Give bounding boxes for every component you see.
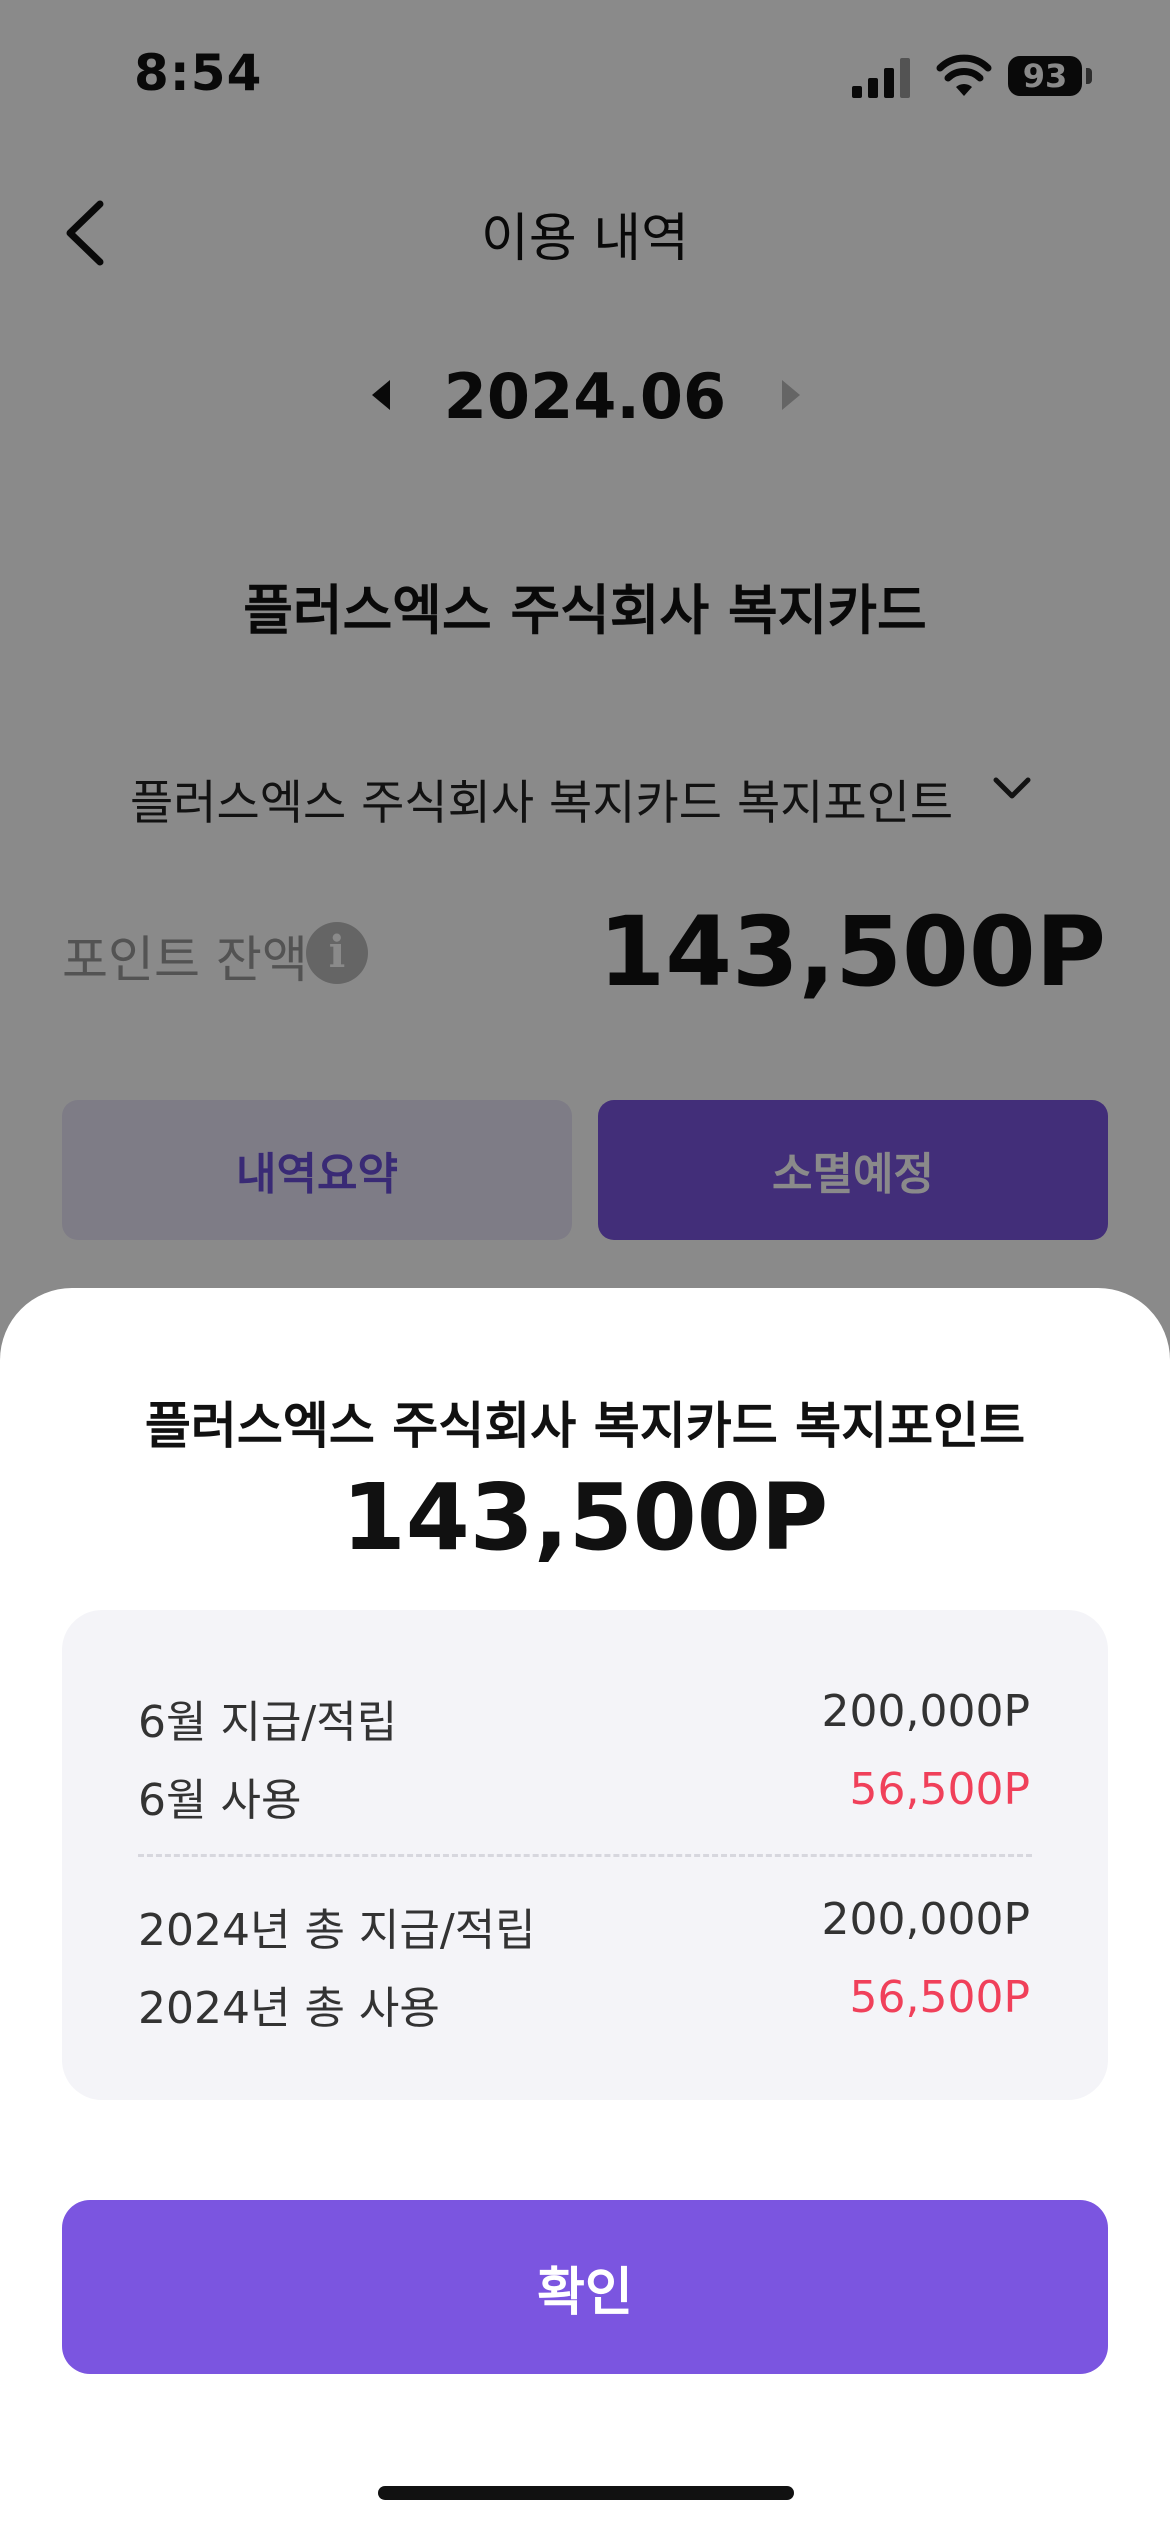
divider <box>138 1854 1032 1857</box>
yearly-used-label: 2024년 총 사용 <box>138 1983 440 2034</box>
sheet-title: 플러스엑스 주식회사 복지카드 복지포인트 <box>144 1397 1026 1455</box>
monthly-earned-value: 200,000P <box>821 1686 1030 1737</box>
yearly-used-value: 56,500P <box>849 1972 1031 2023</box>
sheet-amount: 143,500P <box>341 1464 829 1571</box>
yearly-earned-label: 2024년 총 지급/적립 <box>138 1905 536 1956</box>
yearly-earned-value: 200,000P <box>821 1894 1030 1945</box>
home-indicator <box>378 2486 794 2500</box>
confirm-button[interactable]: 확인 <box>62 2200 1108 2374</box>
monthly-used-value: 56,500P <box>849 1764 1031 1815</box>
monthly-earned-label: 6월 지급/적립 <box>138 1697 398 1748</box>
monthly-used-label: 6월 사용 <box>138 1775 302 1826</box>
